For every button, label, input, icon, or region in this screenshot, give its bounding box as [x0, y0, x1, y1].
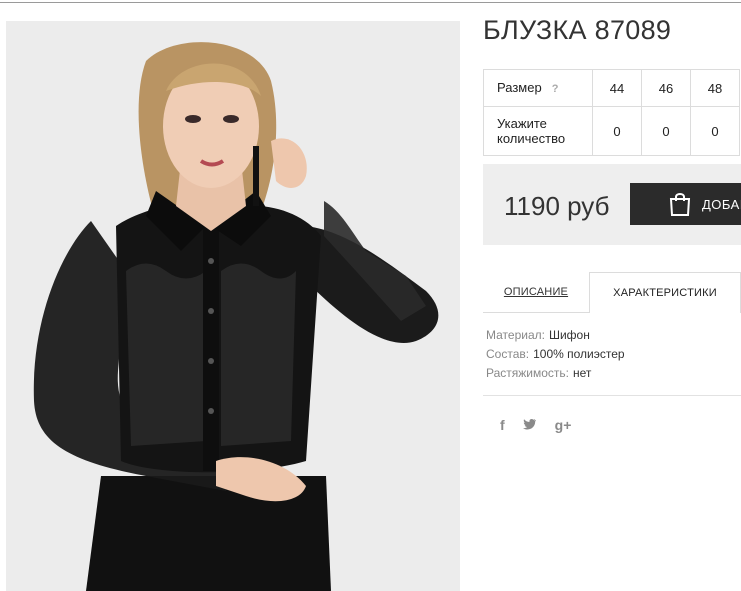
- quantity-label-cell: Укажите количество: [483, 106, 593, 156]
- quantity-input-46[interactable]: 0: [641, 106, 691, 156]
- social-share-bar: f g+: [500, 417, 571, 433]
- property-composition: Состав: 100% полиэстер: [486, 347, 625, 361]
- size-help-icon[interactable]: ?: [552, 83, 559, 95]
- quantity-input-48[interactable]: 0: [690, 106, 740, 156]
- property-stretch: Растяжимость: нет: [486, 366, 592, 380]
- size-option-46[interactable]: 46: [641, 69, 691, 107]
- add-to-cart-button[interactable]: ДОБАВ: [630, 183, 741, 225]
- tab-characteristics[interactable]: ХАРАКТЕРИСТИКИ: [589, 272, 741, 313]
- product-characteristics: Материал: Шифон Состав: 100% полиэстер Рас…: [486, 326, 625, 383]
- facebook-icon[interactable]: f: [500, 417, 505, 433]
- product-tabs: ОПИСАНИЕ ХАРАКТЕРИСТИКИ: [483, 272, 741, 313]
- size-label-cell: Размер?: [483, 69, 593, 107]
- blouse-illustration: [6, 21, 460, 591]
- section-divider: [483, 395, 741, 396]
- quantity-row: Укажите количество 0 0 0: [483, 106, 740, 156]
- quantity-label-line2: количество: [497, 131, 566, 146]
- price: 1190 руб: [504, 191, 610, 221]
- product-title: БЛУЗКА 87089: [483, 15, 672, 45]
- product-photo[interactable]: [6, 21, 460, 591]
- twitter-icon[interactable]: [522, 417, 537, 433]
- size-option-44[interactable]: 44: [592, 69, 642, 107]
- shopping-bag-icon: [668, 191, 692, 220]
- size-row: Размер? 44 46 48: [483, 69, 740, 107]
- google-plus-icon[interactable]: g+: [555, 417, 572, 433]
- size-label: Размер: [497, 79, 542, 95]
- quantity-input-44[interactable]: 0: [592, 106, 642, 156]
- add-to-cart-label: ДОБАВ: [702, 196, 741, 212]
- tab-description[interactable]: ОПИСАНИЕ: [483, 272, 589, 313]
- size-quantity-table: Размер? 44 46 48 Укажите количество 0 0 …: [483, 69, 740, 156]
- top-divider: [0, 2, 741, 3]
- size-option-48[interactable]: 48: [690, 69, 740, 107]
- property-material: Материал: Шифон: [486, 328, 590, 342]
- price-panel: 1190 руб ДОБАВ: [483, 164, 741, 245]
- quantity-label-line1: Укажите: [497, 116, 547, 131]
